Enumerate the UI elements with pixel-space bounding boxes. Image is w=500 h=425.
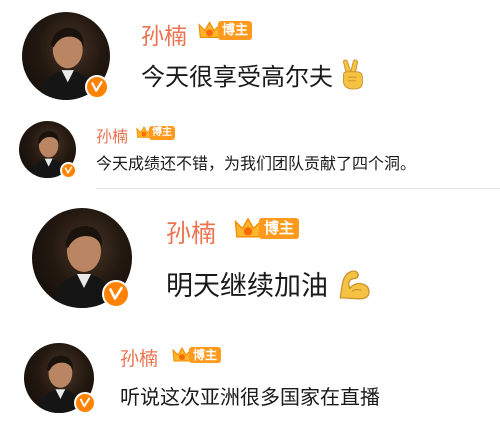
- verified-v-icon: [79, 397, 91, 408]
- post-card: 孙楠 博主 今天很享受高尔夫: [0, 0, 500, 112]
- creator-tag: 博主: [136, 125, 175, 140]
- divider: [96, 188, 500, 189]
- post-message: 听说这次亚洲很多国家在直播: [120, 381, 380, 410]
- post-card: 孙楠 博主 听说这次亚洲很多国家在直播: [0, 333, 500, 425]
- username[interactable]: 孙楠: [96, 123, 128, 147]
- post-card: 孙楠 博主 今天成绩还不错，为我们团队贡献了四个洞。: [0, 112, 500, 192]
- post-message: 今天成绩还不错，为我们团队贡献了四个洞。: [96, 150, 416, 174]
- message-text: 明天继续加油: [166, 271, 328, 302]
- verified-badge: [102, 280, 130, 308]
- tag-label: 博主: [218, 21, 253, 40]
- post-card: 孙楠 博主 明天继续加油: [0, 196, 500, 324]
- verified-badge: [60, 162, 77, 179]
- tag-label: 博主: [149, 125, 175, 140]
- username[interactable]: 孙楠: [120, 344, 158, 371]
- creator-tag: 博主: [172, 346, 222, 364]
- tag-label: 博主: [259, 218, 300, 239]
- creator-tag: 博主: [234, 216, 300, 241]
- victory-hand-icon: [343, 59, 363, 90]
- crown-icon: [234, 217, 262, 238]
- flexed-biceps-icon: [339, 269, 370, 299]
- verified-v-icon: [109, 286, 123, 300]
- verified-badge: [74, 392, 96, 414]
- post-message: 明天继续加油: [166, 264, 372, 303]
- verified-badge: [85, 75, 109, 99]
- message-text: 今天很享受高尔夫: [141, 63, 333, 91]
- verified-v-icon: [91, 80, 103, 92]
- message-text: 今天成绩还不错，为我们团队贡献了四个洞。: [96, 154, 417, 173]
- message-text: 听说这次亚洲很多国家在直播: [120, 385, 380, 409]
- tag-label: 博主: [189, 347, 222, 363]
- verified-v-icon: [64, 166, 73, 174]
- username[interactable]: 孙楠: [141, 17, 187, 51]
- creator-tag: 博主: [198, 20, 253, 41]
- username[interactable]: 孙楠: [166, 214, 216, 250]
- post-message: 今天很享受高尔夫: [141, 57, 366, 92]
